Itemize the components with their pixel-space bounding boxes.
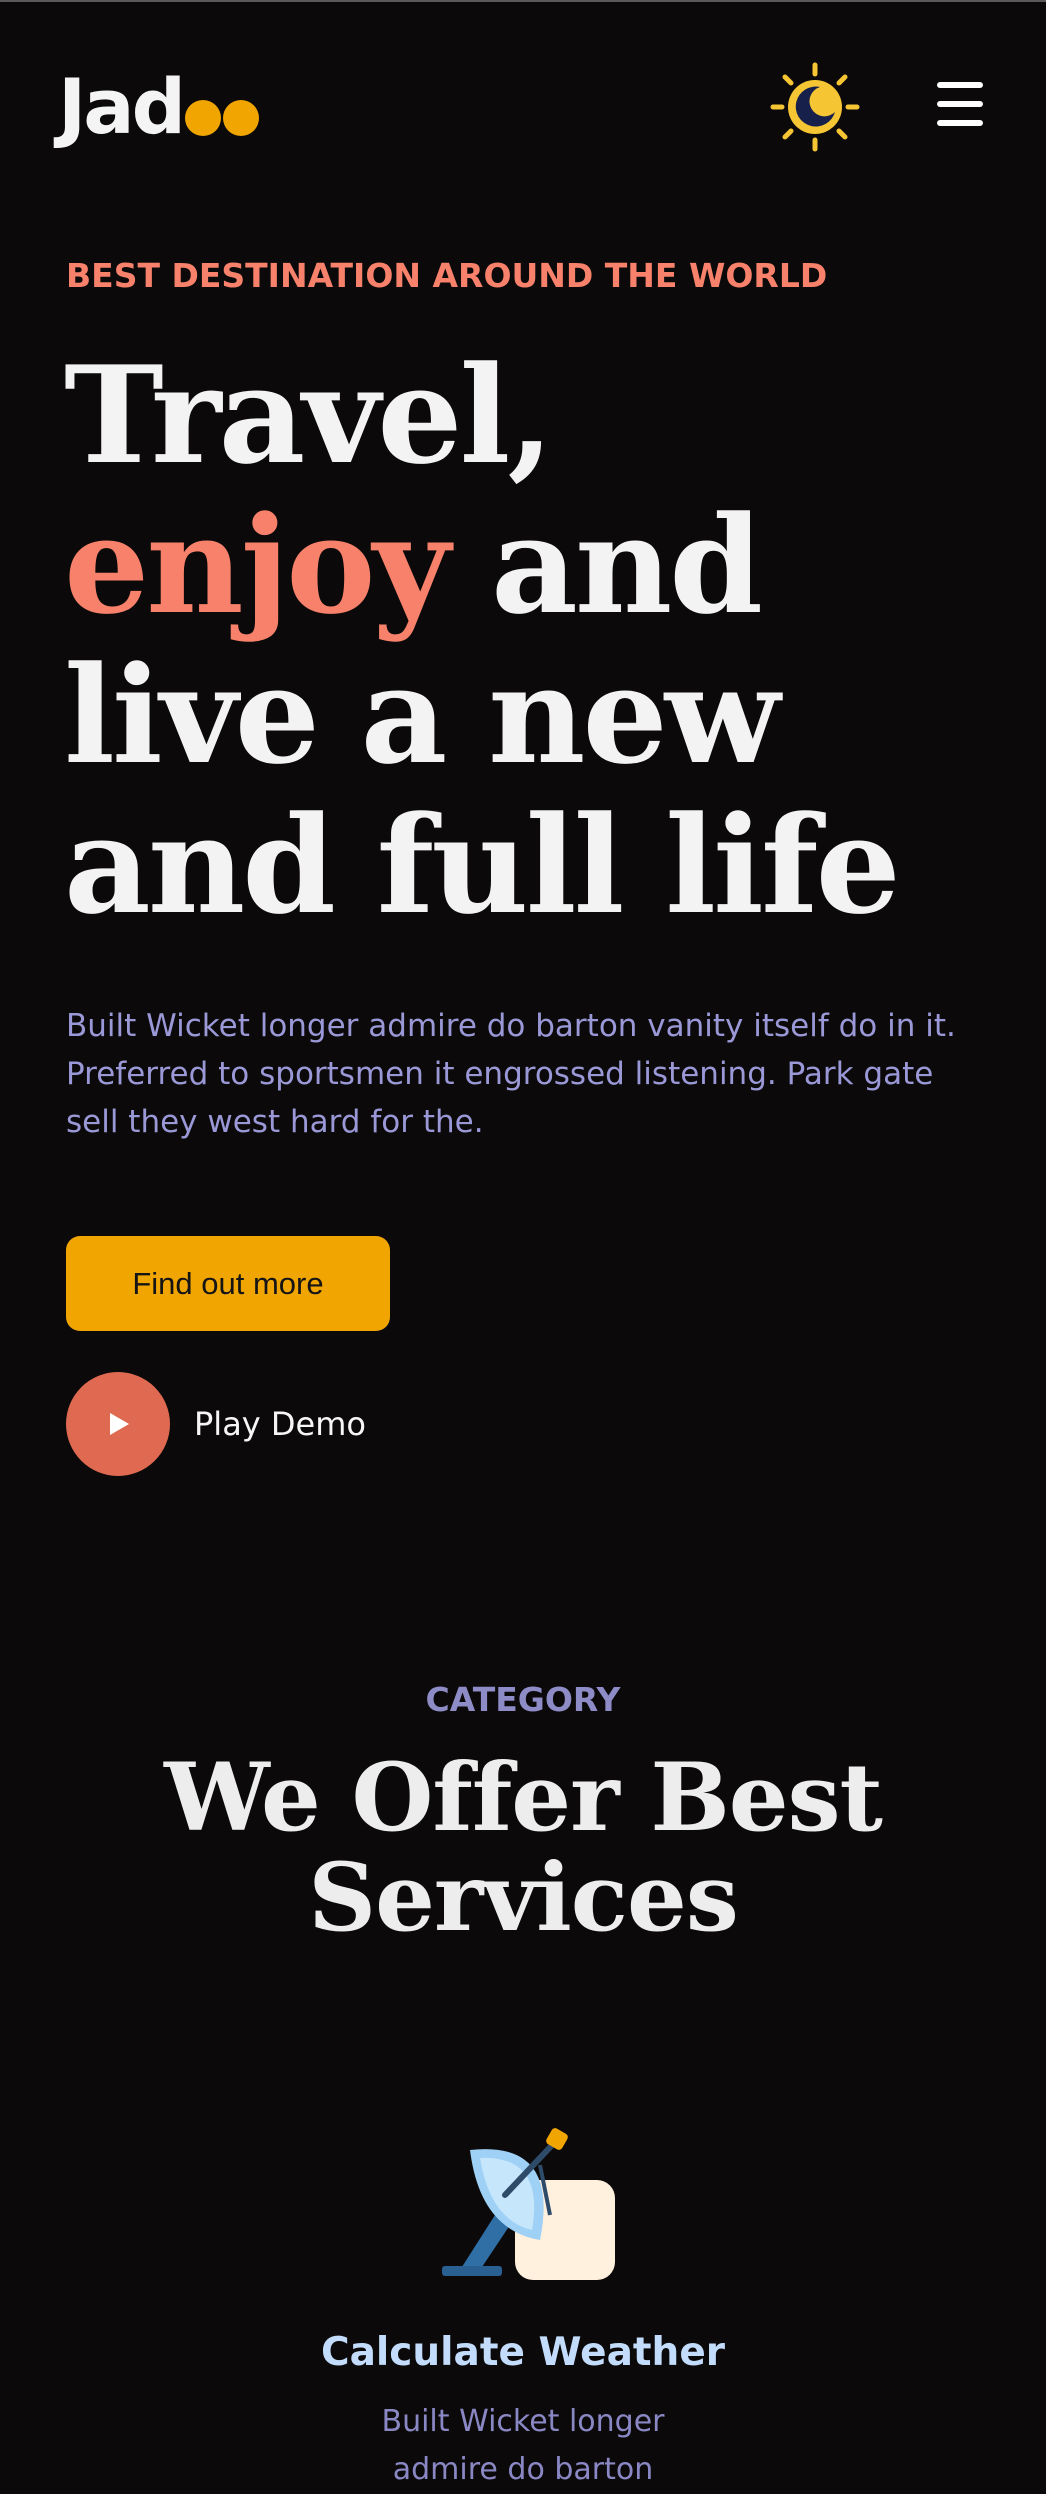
headline-accent: enjoy — [64, 486, 450, 644]
play-demo-label: Play Demo — [194, 1405, 366, 1443]
services-title: We Offer Best Services — [164, 1743, 883, 1953]
logo-dot-2 — [222, 100, 259, 136]
satellite-dish-icon — [420, 2120, 620, 2300]
play-icon — [110, 1413, 129, 1435]
service-card: Calculate Weather Built Wicket longer ad… — [200, 2120, 846, 2487]
site-logo[interactable]: Jad — [58, 62, 259, 152]
play-circle — [66, 1372, 170, 1476]
service-title: Calculate Weather — [320, 2330, 726, 2375]
play-demo-button[interactable]: Play Demo — [66, 1372, 366, 1476]
hamburger-menu-icon — [937, 82, 983, 88]
logo-dot-1 — [184, 100, 221, 136]
hero-headline: Travel, enjoy and live a new and full li… — [64, 340, 1004, 940]
hero-eyebrow: BEST DESTINATION AROUND THE WORLD — [66, 256, 828, 295]
category-label: CATEGORY — [425, 1680, 621, 1719]
hero-description: Built Wicket longer admire do barton van… — [66, 1008, 956, 1140]
hamburger-menu-button[interactable] — [935, 82, 985, 126]
sun-moon-icon — [770, 62, 860, 152]
site-header: Jad — [0, 0, 1046, 200]
find-out-more-button[interactable]: Find out more — [66, 1236, 390, 1331]
logo-text: Jad — [58, 62, 186, 151]
theme-toggle-button[interactable] — [770, 62, 860, 152]
headline-line1: Travel, — [64, 336, 554, 494]
